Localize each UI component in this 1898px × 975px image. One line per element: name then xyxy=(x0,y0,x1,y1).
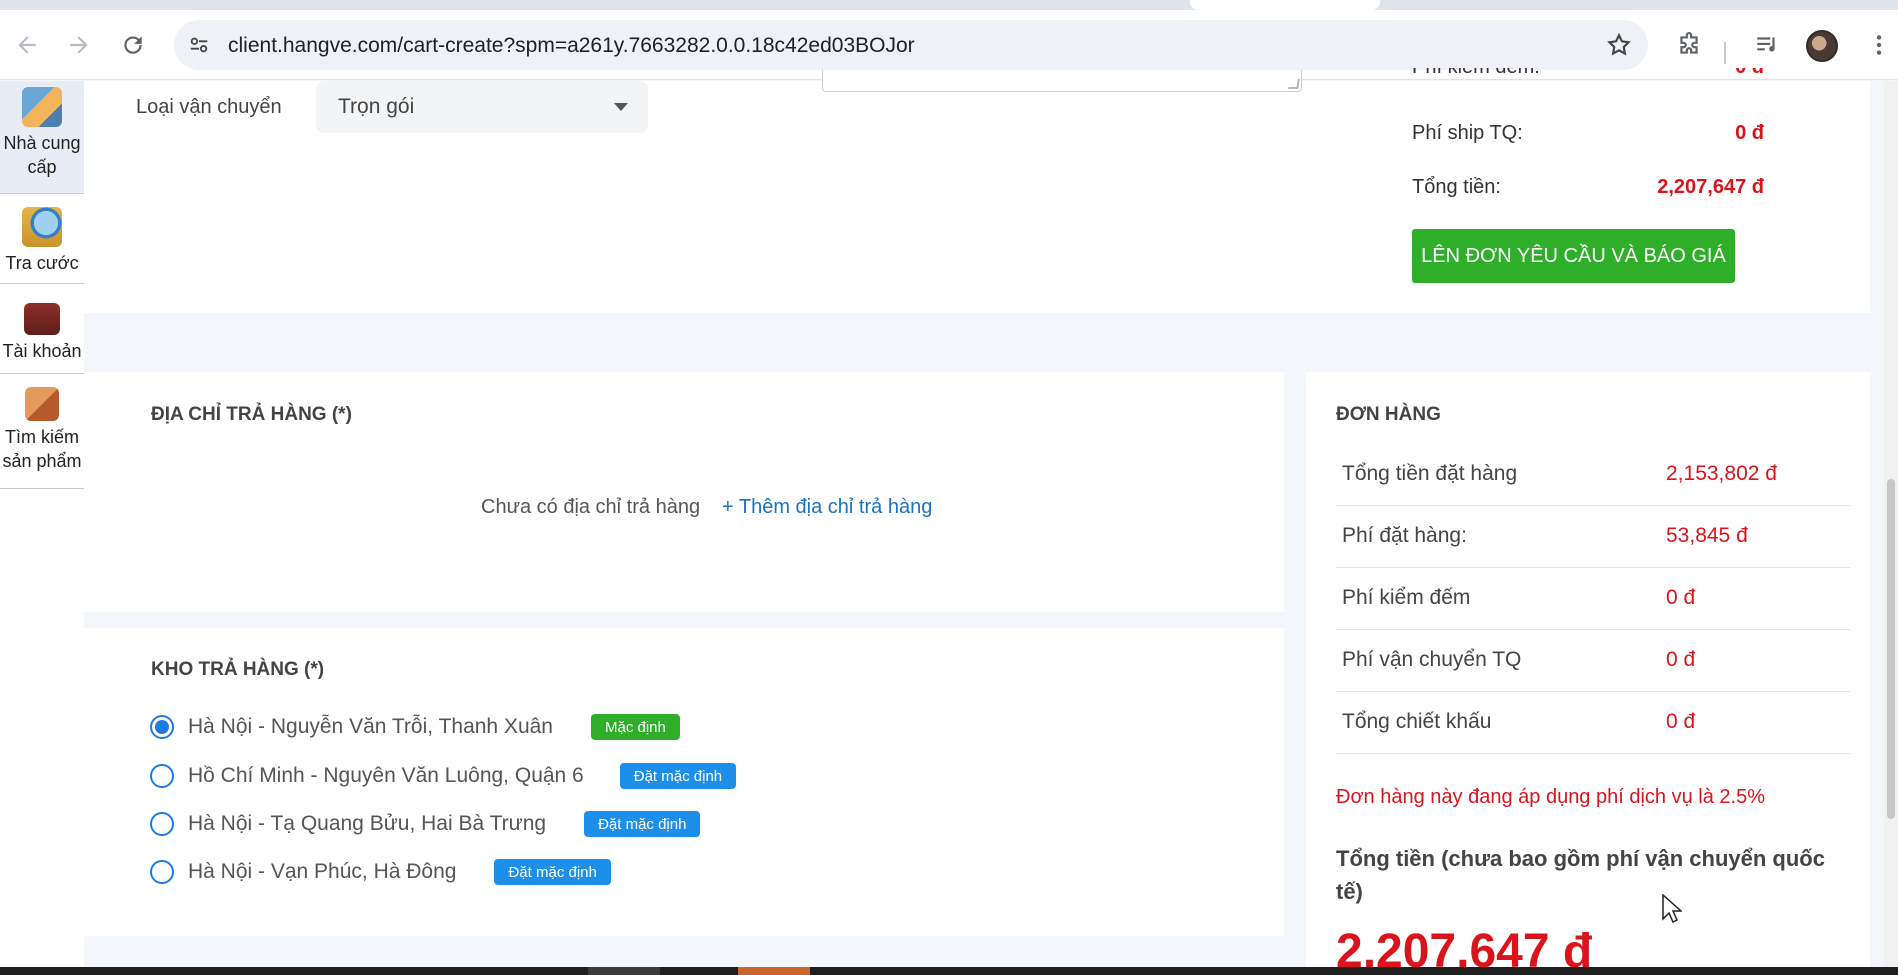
total-fee-value: 2,207,647 đ xyxy=(1657,176,1764,198)
no-address-text: Chưa có địa chỉ trả hàng xyxy=(481,496,701,518)
sidebar-item-label: Nhà cung cấp xyxy=(3,133,81,177)
warehouse-option[interactable]: Hà Nội - Nguyễn Văn Trỗi, Thanh Xuân Mặc… xyxy=(150,713,680,741)
warehouse-option[interactable]: Hồ Chí Minh - Nguyên Văn Luông, Quận 6 Đ… xyxy=(150,762,737,790)
set-default-button[interactable]: Đặt mặc định xyxy=(584,811,701,837)
summary-row: Tổng chiết khấu 0 đ xyxy=(1336,692,1850,754)
sidebar-item-label: Tra cước xyxy=(5,253,79,273)
summary-row: Phí vận chuyển TQ 0 đ xyxy=(1336,630,1850,692)
summary-row: Phí đặt hàng: 53,845 đ xyxy=(1336,506,1850,568)
media-queue-icon xyxy=(1757,37,1775,52)
sidebar-item-rate-lookup[interactable]: Tra cước xyxy=(0,195,84,284)
mouse-cursor-icon xyxy=(1662,894,1682,924)
warehouse-radio[interactable] xyxy=(150,812,174,836)
tab-strip xyxy=(0,0,1898,10)
summary-label: Tổng tiền đặt hàng xyxy=(1342,462,1518,485)
summary-row: Phí kiểm đếm 0 đ xyxy=(1336,568,1850,630)
summary-row: Tổng tiền đặt hàng 2,153,802 đ xyxy=(1336,444,1850,506)
extensions-button[interactable] xyxy=(1670,26,1708,64)
star-icon[interactable] xyxy=(1606,32,1632,58)
total-fee-label: Tổng tiền: xyxy=(1412,176,1501,198)
sidebar-item-product-search[interactable]: Tìm kiếm sản phẩm xyxy=(0,375,84,489)
sidebar-item-label: Tìm kiếm sản phẩm xyxy=(2,427,82,471)
puzzle-icon xyxy=(1680,32,1698,54)
forward-button[interactable] xyxy=(60,26,98,64)
product-search-icon xyxy=(25,387,59,421)
note-textarea[interactable] xyxy=(822,70,1302,92)
grand-total-label: Tổng tiền (chưa bao gồm phí vận chuyển q… xyxy=(1336,846,1825,904)
supplier-icon xyxy=(22,87,62,127)
warehouse-option[interactable]: Hà Nội - Vạn Phúc, Hà Đông Đặt mặc định xyxy=(150,858,611,886)
reload-button[interactable] xyxy=(114,26,152,64)
add-address-link[interactable]: + Thêm địa chỉ trả hàng xyxy=(722,496,932,519)
active-tab[interactable] xyxy=(1190,0,1380,10)
summary-label: Phí kiểm đếm xyxy=(1342,586,1471,609)
shipping-type-label: Loại vận chuyển xyxy=(136,96,282,118)
warehouse-name: Hồ Chí Minh - Nguyên Văn Luông, Quận 6 xyxy=(188,764,584,787)
wallet-icon xyxy=(24,303,60,335)
menu-button[interactable] xyxy=(1860,26,1898,64)
inspection-fee-row-partial: Phí kiểm đếm: 0 đ xyxy=(1412,68,1764,90)
taskbar-item[interactable] xyxy=(588,967,660,975)
inspection-fee-value: 0 đ xyxy=(1735,68,1764,79)
submit-quote-button[interactable]: LÊN ĐƠN YÊU CẦU VÀ BÁO GIÁ xyxy=(1412,229,1735,283)
sidebar-item-label: Tài khoản xyxy=(2,341,82,361)
scrollbar-thumb[interactable] xyxy=(1887,479,1895,819)
arrow-left-icon xyxy=(18,36,36,54)
taskbar-strip xyxy=(0,967,1898,975)
warehouse-radio[interactable] xyxy=(150,860,174,884)
inspection-fee-label: Phí kiểm đếm: xyxy=(1412,68,1540,79)
left-sidebar: Nhà cung cấp Tra cước Tài khoản Tìm kiếm… xyxy=(0,81,84,975)
taskbar-item[interactable] xyxy=(738,967,810,975)
resize-grip-icon[interactable] xyxy=(1288,79,1300,89)
arrow-right-icon xyxy=(70,36,88,54)
summary-value: 0 đ xyxy=(1666,648,1696,671)
return-address-title: ĐỊA CHỈ TRẢ HÀNG (*) xyxy=(151,404,352,425)
media-button[interactable] xyxy=(1748,26,1786,64)
warehouse-option[interactable]: Hà Nội - Tạ Quang Bửu, Hai Bà Trưng Đặt … xyxy=(150,810,701,838)
address-bar[interactable]: client.hangve.com/cart-create?spm=a261y.… xyxy=(174,20,1648,70)
set-default-button[interactable]: Đặt mặc định xyxy=(494,859,611,885)
summary-value: 0 đ xyxy=(1666,586,1696,609)
warehouse-radio[interactable] xyxy=(150,764,174,788)
shipping-type-select[interactable]: Trọn gói xyxy=(316,81,648,133)
summary-label: Phí đặt hàng: xyxy=(1342,524,1467,547)
url-text[interactable]: client.hangve.com/cart-create?spm=a261y.… xyxy=(228,34,915,58)
page-scrollbar[interactable] xyxy=(1884,81,1898,975)
summary-label: Phí vận chuyển TQ xyxy=(1342,648,1522,671)
china-ship-fee-value: 0 đ xyxy=(1735,122,1764,144)
toolbar-divider xyxy=(1724,42,1726,64)
order-summary-title: ĐƠN HÀNG xyxy=(1336,404,1441,425)
sidebar-item-account[interactable]: Tài khoản xyxy=(0,285,84,374)
set-default-button[interactable]: Đặt mặc định xyxy=(619,763,737,789)
return-warehouse-title: KHO TRẢ HÀNG (*) xyxy=(151,659,325,680)
warehouse-name: Hà Nội - Nguyễn Văn Trỗi, Thanh Xuân xyxy=(188,715,553,738)
warehouse-name: Hà Nội - Vạn Phúc, Hà Đông xyxy=(188,860,457,883)
shipping-type-value: Trọn gói xyxy=(338,95,415,118)
warehouse-name: Hà Nội - Tạ Quang Bửu, Hai Bà Trưng xyxy=(188,812,547,835)
china-ship-fee-label: Phí ship TQ: xyxy=(1412,122,1523,144)
china-ship-fee-row: Phí ship TQ: 0 đ xyxy=(1412,122,1764,145)
default-badge: Mặc định xyxy=(591,714,680,740)
caret-down-icon xyxy=(614,103,628,111)
site-settings-icon[interactable] xyxy=(186,32,212,58)
back-button[interactable] xyxy=(8,26,46,64)
rate-lookup-icon xyxy=(22,207,62,247)
total-fee-row: Tổng tiền: 2,207,647 đ xyxy=(1412,176,1764,199)
kebab-menu-icon xyxy=(1876,35,1882,55)
warehouse-radio[interactable] xyxy=(150,715,174,739)
reload-icon xyxy=(124,36,142,54)
summary-label: Tổng chiết khấu xyxy=(1342,710,1492,733)
summary-value: 53,845 đ xyxy=(1666,524,1748,547)
sidebar-item-supplier[interactable]: Nhà cung cấp xyxy=(0,81,84,194)
profile-avatar[interactable] xyxy=(1806,30,1838,62)
summary-value: 2,153,802 đ xyxy=(1666,462,1777,485)
service-fee-note: Đơn hàng này đang áp dụng phí dịch vụ là… xyxy=(1336,786,1765,808)
summary-value: 0 đ xyxy=(1666,710,1696,733)
